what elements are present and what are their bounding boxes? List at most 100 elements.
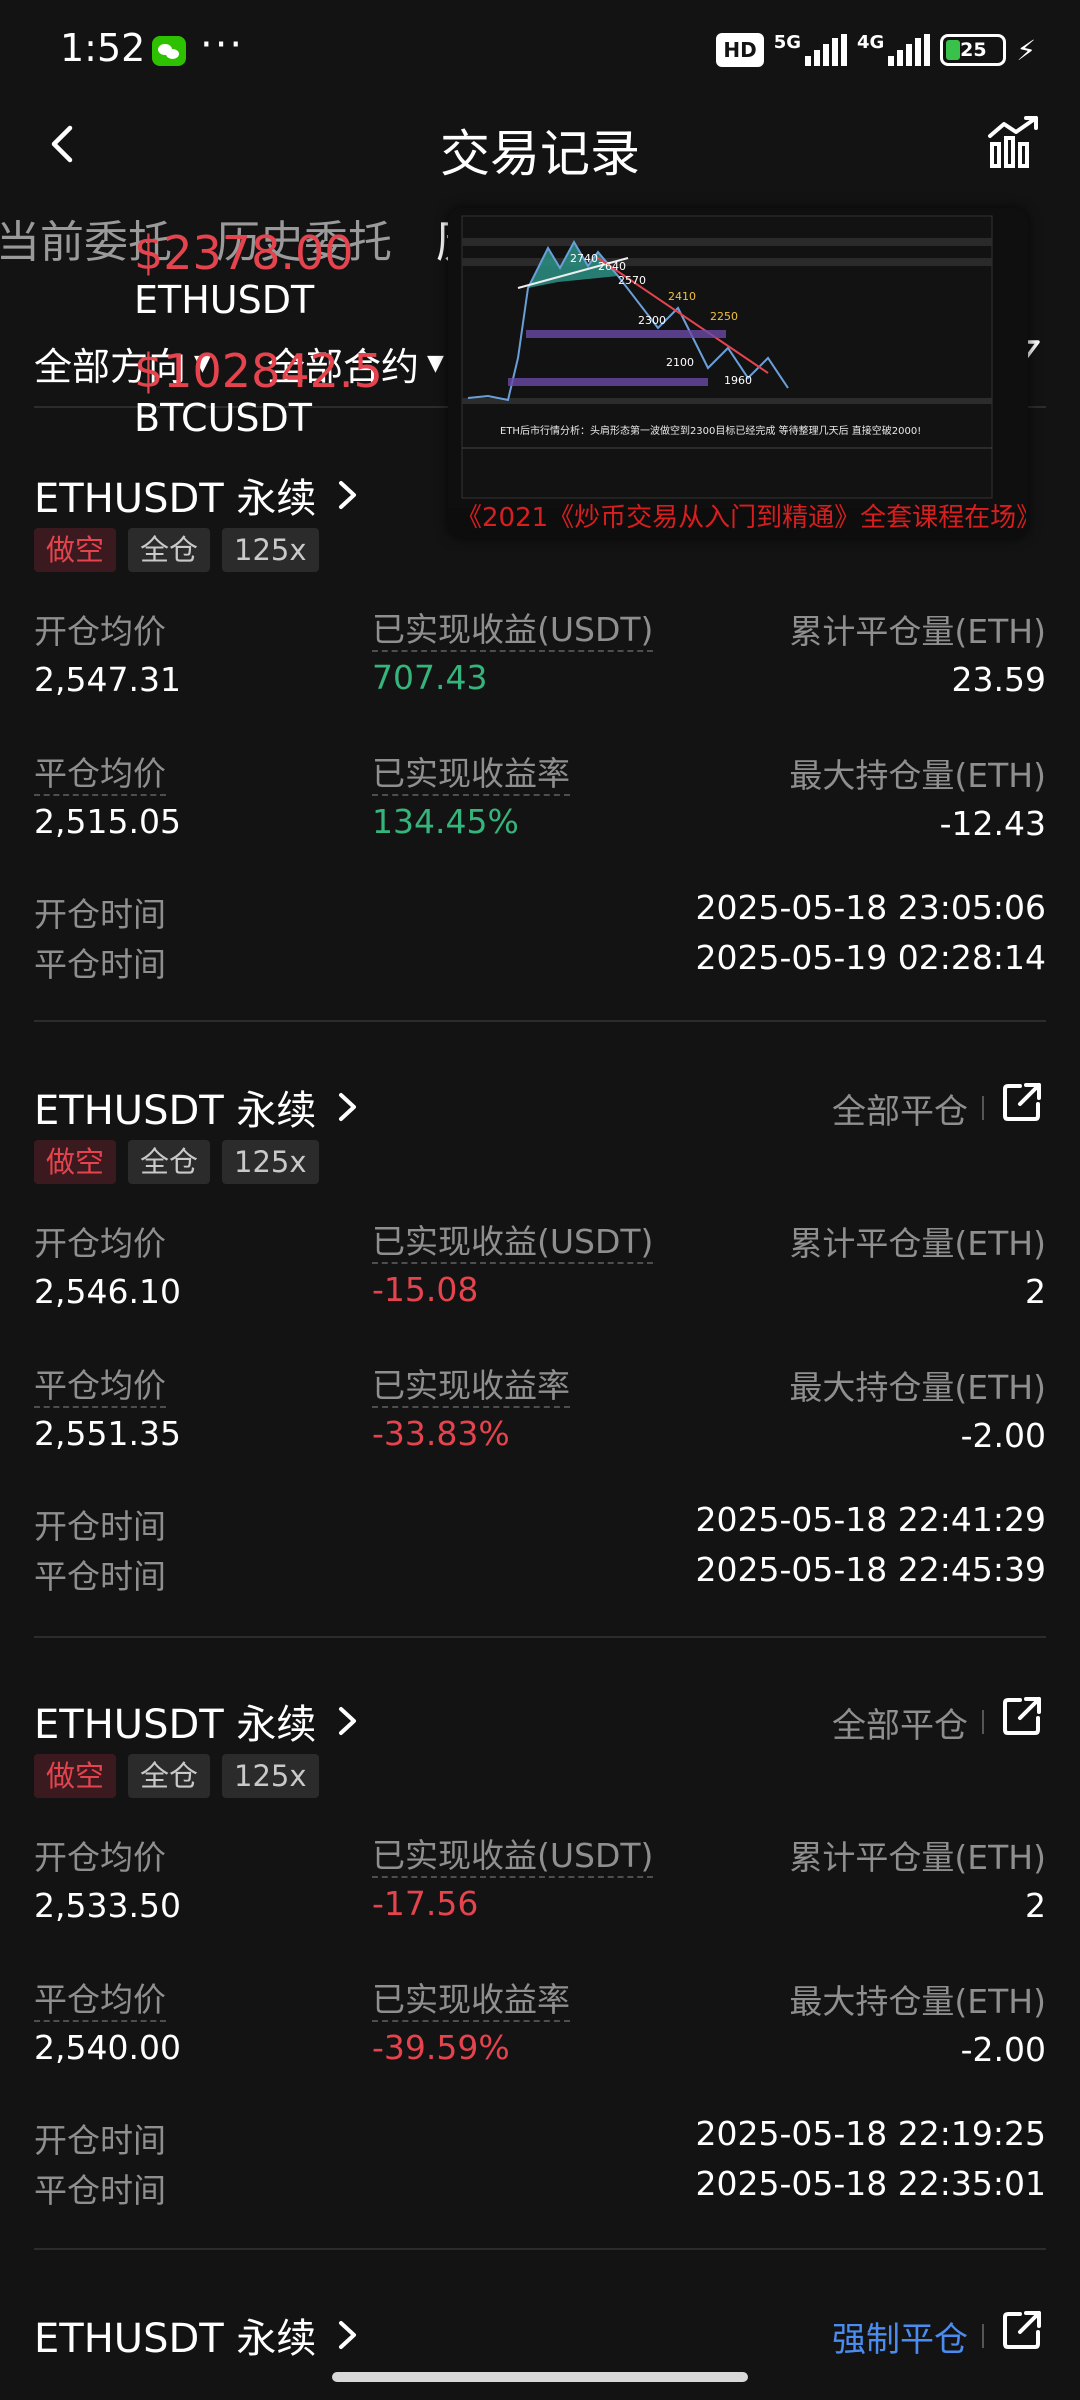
chevron-right-icon xyxy=(339,2321,357,2349)
realized-pnl-value: -17.56 xyxy=(372,1884,479,1923)
open-avg-value: 2,546.10 xyxy=(34,1272,181,1311)
max-position-label: 最大持仓量(ETH) xyxy=(789,1368,1046,1407)
total-closed-label: 累计平仓量(ETH) xyxy=(789,1838,1046,1877)
level-label: 2570 xyxy=(618,274,646,287)
trade-symbol: ETHUSDT 永续 xyxy=(34,1088,317,1134)
charging-icon: ⚡ xyxy=(1016,33,1036,67)
level-label: 2100 xyxy=(666,356,694,369)
realized-rate-value: -39.59% xyxy=(372,2028,510,2067)
level-label: 2640 xyxy=(598,260,626,273)
margin-mode-tag: 全仓 xyxy=(128,1754,211,1798)
stats-row: 平仓均价 2,551.35 已实现收益率 -33.83% 最大持仓量(ETH) -2.… xyxy=(0,1366,1080,1466)
stats-row: 开仓均价 2,533.50 已实现收益(USDT) -17.56 累计平仓量(ETH… xyxy=(0,1836,1080,1936)
level-label: 2740 xyxy=(570,252,598,265)
separator xyxy=(982,1096,984,1120)
divider xyxy=(34,2248,1046,2250)
margin-mode-tag: 全仓 xyxy=(128,528,211,572)
open-time-label: 开仓时间 xyxy=(34,1507,166,1546)
trade-tags: 做空 全仓 125x xyxy=(34,1754,319,1798)
close-avg-value: 2,540.00 xyxy=(34,2028,181,2067)
level-label: 2410 xyxy=(668,290,696,303)
close-time-row: 平仓时间 2025-05-18 22:45:39 xyxy=(34,1550,1046,1600)
open-time-row: 开仓时间 2025-05-18 23:05:06 xyxy=(34,888,1046,938)
home-indicator[interactable] xyxy=(332,2372,748,2382)
realized-rate-label[interactable]: 已实现收益率 xyxy=(372,754,570,796)
share-icon[interactable] xyxy=(1000,1694,1044,1738)
wechat-notification-icon xyxy=(152,36,186,66)
realized-rate-label[interactable]: 已实现收益率 xyxy=(372,1980,570,2022)
close-status: 全部平仓 xyxy=(832,1092,968,1132)
trade-symbol-link[interactable]: ETHUSDT 永续 xyxy=(34,466,360,524)
hd-voice-icon: HD xyxy=(716,33,764,67)
trade-symbol-link[interactable]: ETHUSDT 永续 xyxy=(34,1078,360,1136)
total-closed-value: 2 xyxy=(1025,1886,1046,1925)
level-label: 2300 xyxy=(638,314,666,327)
open-time-row: 开仓时间 2025-05-18 22:19:25 xyxy=(34,2114,1046,2164)
btc-price: $102842.5 xyxy=(134,344,383,398)
close-time-label: 平仓时间 xyxy=(34,1557,166,1596)
eth-price: $2378.00 xyxy=(134,226,354,280)
page-title: 交易记录 xyxy=(440,125,640,183)
trade-tags: 做空 全仓 125x xyxy=(34,1140,319,1184)
nav-bar: 交易记录 xyxy=(0,100,1080,190)
realized-rate-value: -33.83% xyxy=(372,1414,510,1453)
stats-row: 平仓均价 2,540.00 已实现收益率 -39.59% 最大持仓量(ETH) -2.… xyxy=(0,1980,1080,2080)
max-position-label: 最大持仓量(ETH) xyxy=(789,756,1046,795)
open-time-row: 开仓时间 2025-05-18 22:41:29 xyxy=(34,1500,1046,1550)
close-time-row: 平仓时间 2025-05-18 22:35:01 xyxy=(34,2164,1046,2214)
leverage-tag: 125x xyxy=(222,1754,319,1798)
close-avg-label[interactable]: 平仓均价 xyxy=(34,754,166,796)
stats-row: 平仓均价 2,515.05 已实现收益率 134.45% 最大持仓量(ETH) -12… xyxy=(0,754,1080,854)
share-icon[interactable] xyxy=(1000,1080,1044,1124)
total-closed-label: 累计平仓量(ETH) xyxy=(789,1224,1046,1263)
status-indicators: HD 5G 4G 25 ⚡ xyxy=(716,30,1036,70)
video-chart: 2740 2640 2570 2410 2300 2250 2100 1960 … xyxy=(448,208,1028,508)
close-avg-label[interactable]: 平仓均价 xyxy=(34,1980,166,2022)
floating-video-window[interactable]: 2740 2640 2570 2410 2300 2250 2100 1960 … xyxy=(448,208,1028,538)
chevron-right-icon xyxy=(339,1093,357,1121)
caret-down-icon: ▼ xyxy=(426,351,444,376)
open-avg-label: 开仓均价 xyxy=(34,1838,166,1877)
total-closed-label: 累计平仓量(ETH) xyxy=(789,612,1046,651)
realized-pnl-value: 707.43 xyxy=(372,658,488,697)
direction-tag: 做空 xyxy=(34,528,117,572)
share-icon[interactable] xyxy=(1000,2308,1044,2352)
realized-rate-label[interactable]: 已实现收益率 xyxy=(372,1366,570,1408)
trade-symbol: ETHUSDT 永续 xyxy=(34,2316,317,2362)
close-avg-value: 2,515.05 xyxy=(34,802,181,841)
realized-pnl-value: -15.08 xyxy=(372,1270,479,1309)
close-time-row: 平仓时间 2025-05-19 02:28:14 xyxy=(34,938,1046,988)
total-closed-value: 23.59 xyxy=(951,660,1046,699)
stats-row: 开仓均价 2,546.10 已实现收益(USDT) -15.08 累计平仓量(ETH… xyxy=(0,1222,1080,1322)
analysis-chart-icon[interactable] xyxy=(986,114,1042,170)
close-time-label: 平仓时间 xyxy=(34,945,166,984)
trade-symbol-link[interactable]: ETHUSDT 永续 xyxy=(34,2306,360,2364)
stats-row: 开仓均价 2,547.31 已实现收益(USDT) 707.43 累计平仓量(ETH… xyxy=(0,610,1080,710)
open-avg-value: 2,533.50 xyxy=(34,1886,181,1925)
total-closed-value: 2 xyxy=(1025,1272,1046,1311)
margin-mode-tag: 全仓 xyxy=(128,1140,211,1184)
close-time-value: 2025-05-18 22:45:39 xyxy=(695,1550,1046,1589)
signal-4g-icon: 4G xyxy=(857,32,931,66)
separator xyxy=(982,1710,984,1734)
chevron-right-icon xyxy=(339,1707,357,1735)
direction-tag: 做空 xyxy=(34,1754,117,1798)
open-avg-label: 开仓均价 xyxy=(34,612,166,651)
eth-symbol: ETHUSDT xyxy=(134,278,315,322)
close-time-value: 2025-05-18 22:35:01 xyxy=(695,2164,1046,2203)
max-position-label: 最大持仓量(ETH) xyxy=(789,1982,1046,2021)
video-chart-text: ETH后市行情分析：头肩形态第一波做空到2300目标已经完成 等待整理几天后 直… xyxy=(500,424,921,437)
network-4g-label: 4G xyxy=(857,32,885,53)
close-time-value: 2025-05-19 02:28:14 xyxy=(695,938,1046,977)
max-position-value: -2.00 xyxy=(960,1416,1046,1455)
open-time-value: 2025-05-18 22:41:29 xyxy=(695,1500,1046,1539)
leverage-tag: 125x xyxy=(222,1140,319,1184)
realized-pnl-label[interactable]: 已实现收益(USDT) xyxy=(372,1222,654,1264)
level-label: 1960 xyxy=(724,374,752,387)
trade-symbol-link[interactable]: ETHUSDT 永续 xyxy=(34,1692,360,1750)
close-avg-label[interactable]: 平仓均价 xyxy=(34,1366,166,1408)
status-time: 1:52 xyxy=(60,26,146,70)
realized-pnl-label[interactable]: 已实现收益(USDT) xyxy=(372,610,654,652)
realized-pnl-label[interactable]: 已实现收益(USDT) xyxy=(372,1836,654,1878)
trade-tags: 做空 全仓 125x xyxy=(34,528,319,572)
